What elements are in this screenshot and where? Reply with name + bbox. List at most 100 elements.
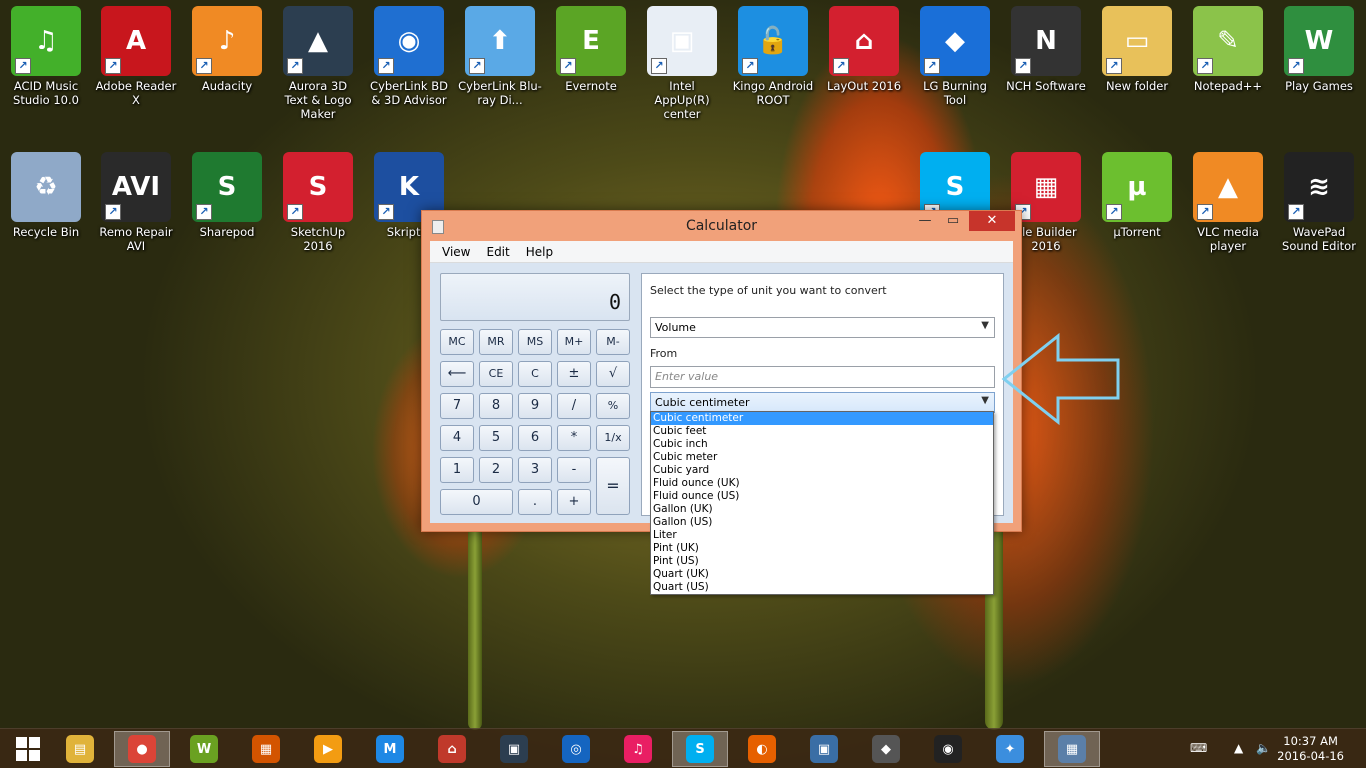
unit-option[interactable]: Gallon (US)	[651, 516, 993, 529]
desktop-icon-intel-appup-r-center[interactable]: ▣ ↗ Intel AppUp(R) center	[640, 6, 724, 121]
maximize-button[interactable]: ▭	[939, 211, 967, 231]
memory-recall-button[interactable]: MR	[479, 329, 513, 355]
desktop-icon-adobe-reader-x[interactable]: A ↗ Adobe Reader X	[94, 6, 178, 107]
add-button[interactable]: +	[557, 489, 591, 515]
decimal-button[interactable]: .	[518, 489, 552, 515]
menu-help[interactable]: Help	[518, 245, 561, 259]
subtract-button[interactable]: -	[557, 457, 591, 483]
volume-icon[interactable]: 🔈	[1256, 741, 1271, 755]
backspace-button[interactable]: ⟵	[440, 361, 474, 387]
negate-button[interactable]: ±	[557, 361, 591, 387]
menu-view[interactable]: View	[434, 245, 478, 259]
unit-option[interactable]: Pint (UK)	[651, 542, 993, 555]
desktop-icon-audacity[interactable]: ♪ ↗ Audacity	[185, 6, 269, 93]
unit-option[interactable]: Gallon (UK)	[651, 503, 993, 516]
taskbar-home-app[interactable]: ⌂	[424, 731, 480, 767]
desktop-icon-cyberlink-blu-ray-di[interactable]: ⬆ ↗ CyberLink Blu-ray Di...	[458, 6, 542, 107]
digit-5-button[interactable]: 5	[479, 425, 513, 451]
icon-glyph: ▲	[1218, 172, 1238, 202]
taskbar-windows-store[interactable]: ▦	[238, 731, 294, 767]
unit-option[interactable]: Fluid ounce (US)	[651, 490, 993, 503]
desktop-icon-notepad[interactable]: ✎ ↗ Notepad++	[1186, 6, 1270, 93]
digit-8-button[interactable]: 8	[479, 393, 513, 419]
taskbar-media-player[interactable]: ▶	[300, 731, 356, 767]
digit-0-button[interactable]: 0	[440, 489, 513, 515]
unit-option[interactable]: Cubic inch	[651, 438, 993, 451]
memory-store-button[interactable]: MS	[518, 329, 552, 355]
icon-glyph: S	[217, 172, 237, 202]
digit-7-button[interactable]: 7	[440, 393, 474, 419]
taskbar-remote-desktop[interactable]: ▣	[796, 731, 852, 767]
digit-2-button[interactable]: 2	[479, 457, 513, 483]
digit-9-button[interactable]: 9	[518, 393, 552, 419]
unit-option[interactable]: Cubic yard	[651, 464, 993, 477]
desktop-icon-sketchup-2016[interactable]: S ↗ SketchUp 2016	[276, 152, 360, 253]
desktop-icon-nch-software[interactable]: N ↗ NCH Software	[1004, 6, 1088, 93]
from-unit-dropdown-list[interactable]: Cubic centimeter Cubic feet Cubic inch Cubi…	[650, 411, 994, 595]
desktop-icon-new-folder[interactable]: ▭ ↗ New folder	[1095, 6, 1179, 93]
clear-button[interactable]: C	[518, 361, 552, 387]
reciprocal-button[interactable]: 1/x	[596, 425, 630, 451]
unit-type-select[interactable]: Volume ▼	[650, 317, 995, 338]
unit-option[interactable]: Liter	[651, 529, 993, 542]
show-hidden-icons-icon[interactable]: ▲	[1234, 741, 1243, 755]
menu-edit[interactable]: Edit	[478, 245, 517, 259]
clear-entry-button[interactable]: CE	[479, 361, 513, 387]
taskbar-firefox[interactable]: ◐	[734, 731, 790, 767]
memory-subtract-button[interactable]: M-	[596, 329, 630, 355]
desktop-icon-lg-burning-tool[interactable]: ◆ ↗ LG Burning Tool	[913, 6, 997, 107]
minimize-button[interactable]: —	[911, 211, 939, 231]
digit-4-button[interactable]: 4	[440, 425, 474, 451]
unit-option[interactable]: Cubic centimeter	[651, 412, 993, 425]
taskbar-skype[interactable]: S	[672, 731, 728, 767]
pointer-arrow-icon	[1001, 332, 1120, 426]
taskbar-ahead-app[interactable]: ◆	[858, 731, 914, 767]
taskbar-wifi-app[interactable]: ◎	[548, 731, 604, 767]
desktop-icon-play-games[interactable]: W ↗ Play Games	[1277, 6, 1361, 93]
calculator-titlebar[interactable]: Calculator — ▭ ✕	[422, 211, 1021, 241]
taskbar-malwarebytes[interactable]: M	[362, 731, 418, 767]
sqrt-button[interactable]: √	[596, 361, 630, 387]
memory-add-button[interactable]: M+	[557, 329, 591, 355]
taskbar-safari[interactable]: ✦	[982, 731, 1038, 767]
taskbar-video-app[interactable]: ▣	[486, 731, 542, 767]
desktop-icon-wavepad-sound-editor[interactable]: ≋ ↗ WavePad Sound Editor	[1277, 152, 1361, 253]
desktop-icon-cyberlink-bd-3d-advisor[interactable]: ◉ ↗ CyberLink BD & 3D Advisor	[367, 6, 451, 107]
unit-option[interactable]: Pint (US)	[651, 555, 993, 568]
divide-button[interactable]: /	[557, 393, 591, 419]
unit-option[interactable]: Cubic meter	[651, 451, 993, 464]
taskbar-file-explorer[interactable]: ▤	[52, 731, 108, 767]
digit-3-button[interactable]: 3	[518, 457, 552, 483]
clock[interactable]: 10:37 AM 2016-04-16	[1277, 734, 1344, 764]
desktop-icon-layout-2016[interactable]: ⌂ ↗ LayOut 2016	[822, 6, 906, 93]
desktop-icon-vlc-media-player[interactable]: ▲ ↗ VLC media player	[1186, 152, 1270, 253]
taskbar-wondershare[interactable]: W	[176, 731, 232, 767]
memory-clear-button[interactable]: MC	[440, 329, 474, 355]
unit-option[interactable]: Cubic feet	[651, 425, 993, 438]
taskbar-chrome[interactable]: ●	[114, 731, 170, 767]
desktop-icon-sharepod[interactable]: S ↗ Sharepod	[185, 152, 269, 239]
digit-1-button[interactable]: 1	[440, 457, 474, 483]
from-unit-select[interactable]: Cubic centimeter ▼	[650, 392, 995, 413]
desktop-icon-torrent[interactable]: µ ↗ µTorrent	[1095, 152, 1179, 239]
desktop-icon-aurora-3d-text-logo-maker[interactable]: ▲ ↗ Aurora 3D Text & Logo Maker	[276, 6, 360, 121]
from-value-input[interactable]: Enter value	[650, 366, 995, 388]
start-button[interactable]	[0, 731, 56, 767]
desktop-icon-kingo-android-root[interactable]: 🔓 ↗ Kingo Android ROOT	[731, 6, 815, 107]
desktop-icon-evernote[interactable]: E ↗ Evernote	[549, 6, 633, 93]
keyboard-icon[interactable]: ⌨	[1190, 741, 1207, 755]
unit-option[interactable]: Fluid ounce (UK)	[651, 477, 993, 490]
desktop-icon-acid-music-studio-10-0[interactable]: ♫ ↗ ACID Music Studio 10.0	[4, 6, 88, 107]
taskbar-media-center[interactable]: ◉	[920, 731, 976, 767]
equals-button[interactable]: =	[596, 457, 630, 515]
close-button[interactable]: ✕	[969, 211, 1015, 231]
unit-option[interactable]: Quart (UK)	[651, 568, 993, 581]
unit-option[interactable]: Quart (US)	[651, 581, 993, 594]
taskbar-calculator[interactable]: ▦	[1044, 731, 1100, 767]
desktop-icon-recycle-bin[interactable]: ♻ Recycle Bin	[4, 152, 88, 239]
digit-6-button[interactable]: 6	[518, 425, 552, 451]
taskbar-itunes[interactable]: ♫	[610, 731, 666, 767]
desktop-icon-remo-repair-avi[interactable]: AVI ↗ Remo Repair AVI	[94, 152, 178, 253]
percent-button[interactable]: %	[596, 393, 630, 419]
multiply-button[interactable]: *	[557, 425, 591, 451]
